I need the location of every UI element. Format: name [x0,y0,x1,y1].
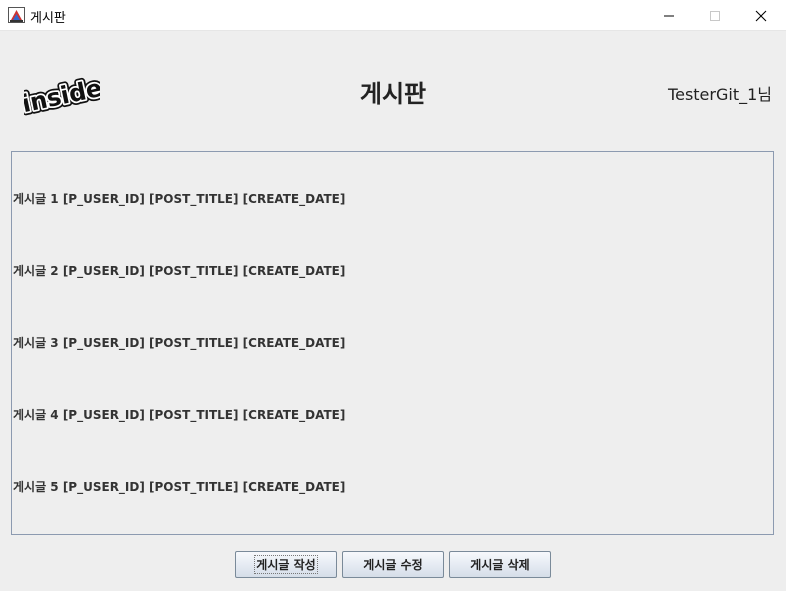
post-list-item[interactable]: 게시글 1 [P_USER_ID] [POST_TITLE] [CREATE_D… [13,190,345,208]
post-list-item[interactable]: 게시글 4 [P_USER_ID] [POST_TITLE] [CREATE_D… [13,406,345,424]
edit-post-button-label: 게시글 수정 [363,558,423,572]
edit-post-button[interactable]: 게시글 수정 [342,551,444,578]
maximize-icon [710,10,720,21]
delete-post-button[interactable]: 게시글 삭제 [449,551,551,578]
delete-post-button-label: 게시글 삭제 [470,558,530,572]
post-list-item[interactable]: 게시글 3 [P_USER_ID] [POST_TITLE] [CREATE_D… [13,334,345,352]
post-list-panel: 게시글 1 [P_USER_ID] [POST_TITLE] [CREATE_D… [11,151,774,535]
close-button[interactable] [738,0,784,31]
window-title: 게시판 [30,11,66,26]
write-post-button-label: 게시글 작성 [254,555,318,574]
post-list-item[interactable]: 게시글 5 [P_USER_ID] [POST_TITLE] [CREATE_D… [13,478,345,496]
main-content: inside inside inside 게시판 TesterGit_1님 게시… [0,31,786,591]
post-list-item[interactable]: 게시글 2 [P_USER_ID] [POST_TITLE] [CREATE_D… [13,262,345,280]
close-icon [755,10,767,21]
minimize-icon [664,15,674,16]
minimize-button[interactable] [646,0,692,31]
maximize-button[interactable] [692,0,738,31]
user-name-label: TesterGit_1님 [668,85,772,104]
write-post-button[interactable]: 게시글 작성 [235,551,337,578]
java-app-icon [8,7,25,23]
window-titlebar[interactable]: 게시판 [0,0,786,31]
